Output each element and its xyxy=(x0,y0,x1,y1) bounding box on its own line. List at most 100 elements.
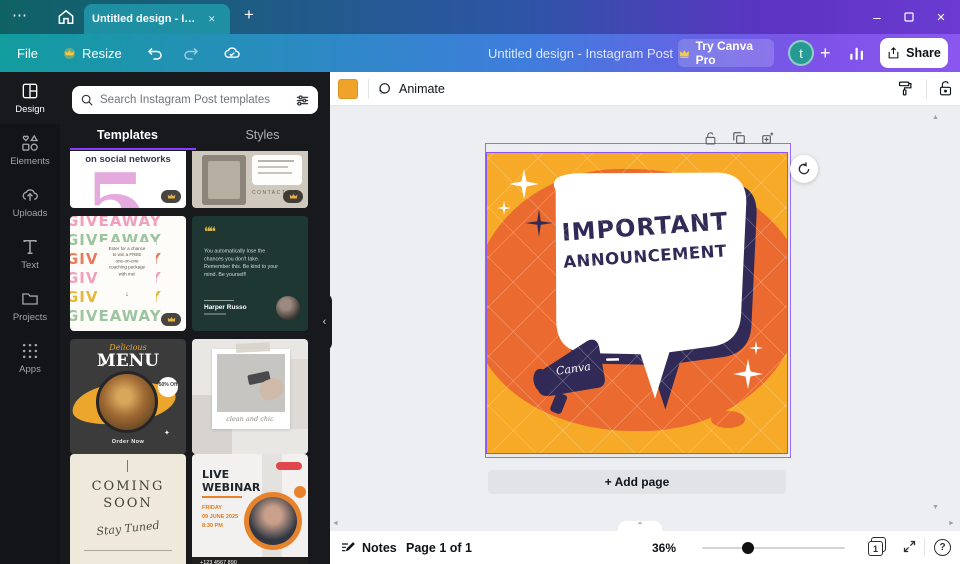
add-page-button[interactable]: + Add page xyxy=(488,470,786,494)
notes-label[interactable]: Notes xyxy=(362,531,397,564)
document-tab[interactable]: Untitled design - Insta... ✕ xyxy=(84,4,230,34)
thumb-title: WEBINAR xyxy=(202,481,260,494)
thumb-word: GIVEAWAY xyxy=(70,216,186,231)
page-indicator[interactable]: Page 1 of 1 xyxy=(406,531,472,564)
pro-crown-icon xyxy=(283,190,303,203)
tab-title: Untitled design - Insta... xyxy=(92,13,200,25)
sparkle-icon-dark xyxy=(735,331,747,343)
pages-count: 1 xyxy=(868,541,883,556)
zoom-slider[interactable] xyxy=(702,547,845,549)
thumb-author: Harper Russo xyxy=(204,304,247,311)
animate-button[interactable]: Animate xyxy=(376,72,445,106)
resize-menu[interactable]: Resize xyxy=(62,34,122,72)
search-bar[interactable] xyxy=(72,86,318,114)
apps-icon xyxy=(20,341,40,361)
pro-crown-icon xyxy=(161,313,181,326)
add-page-icon[interactable] xyxy=(760,130,776,146)
thumb-text: 8:30 PM xyxy=(202,522,238,531)
filter-sliders-icon[interactable] xyxy=(295,93,310,108)
titlebar: ⋯ Untitled design - Insta... ✕ + – ✕ xyxy=(0,0,960,34)
window-minimize-button[interactable]: – xyxy=(862,0,892,34)
text-icon xyxy=(20,237,40,257)
sidebar-item-elements[interactable]: Elements xyxy=(0,124,60,176)
file-menu[interactable]: File xyxy=(17,34,38,72)
thumb-text: 09 JUNE 2025 xyxy=(202,513,238,522)
animate-icon xyxy=(376,81,392,97)
new-tab-button[interactable]: + xyxy=(244,5,254,25)
lock-icon[interactable] xyxy=(938,80,953,97)
canvas-area[interactable]: IMPORTANT ANNOUNCEMENT Canva xyxy=(330,106,960,531)
chevron-left-icon: ‹ xyxy=(323,316,327,328)
thumb-script: Stay Tuned xyxy=(70,516,186,541)
sidebar-item-projects[interactable]: Projects xyxy=(0,280,60,332)
sidebar-item-text[interactable]: Text xyxy=(0,228,60,280)
sparkle-icon xyxy=(749,341,763,355)
canvas-toolbar: Animate xyxy=(330,72,960,106)
window-maximize-button[interactable] xyxy=(894,0,924,34)
scroll-right-icon[interactable]: ► xyxy=(948,520,955,527)
tab-close-icon[interactable]: ✕ xyxy=(208,14,216,25)
redo-icon[interactable] xyxy=(182,34,200,72)
search-input[interactable] xyxy=(100,94,289,106)
template-thumbnail-quote[interactable]: ❝❝ You automatically lose the chances yo… xyxy=(192,216,308,331)
page-lock-icon[interactable] xyxy=(702,130,718,146)
sidebar-item-uploads[interactable]: Uploads xyxy=(0,176,60,228)
notes-icon[interactable] xyxy=(340,540,356,556)
zoom-slider-knob[interactable] xyxy=(742,542,754,554)
share-button[interactable]: Share xyxy=(880,38,948,68)
sidebar-label: Apps xyxy=(19,364,41,375)
page-controls xyxy=(702,130,776,146)
design-page[interactable]: IMPORTANT ANNOUNCEMENT Canva xyxy=(487,153,787,453)
menubar: File Resize Untitled design - Instagram … xyxy=(0,34,960,72)
template-thumbnail-social[interactable]: on social networks 5 xyxy=(70,151,186,208)
try-canva-pro-button[interactable]: Try Canva Pro xyxy=(678,39,774,67)
sidebar-item-apps[interactable]: Apps xyxy=(0,332,60,384)
template-thumbnail-menu[interactable]: Delicious MENU 50% Off Order Now ✦ ✦ xyxy=(70,339,186,454)
collapse-statusbar-tab[interactable]: ⌃ xyxy=(618,521,662,531)
template-thumbnail-coming-soon[interactable]: COMING SOON Stay Tuned xyxy=(70,454,186,564)
template-thumbnail-webinar[interactable]: LIVE WEBINAR FRIDAY 09 JUNE 2025 8:30 PM… xyxy=(192,454,308,564)
down-arrow-icon: ↓ xyxy=(101,291,153,298)
panel-collapse-button[interactable]: ‹ xyxy=(317,293,332,351)
tab-styles[interactable]: Styles xyxy=(195,128,330,152)
duplicate-page-icon[interactable] xyxy=(731,130,747,146)
insights-chart-icon[interactable] xyxy=(848,34,866,72)
scroll-left-icon[interactable]: ◄ xyxy=(332,520,339,527)
window-close-button[interactable]: ✕ xyxy=(926,0,956,34)
cloud-saved-icon[interactable] xyxy=(222,34,242,72)
template-thumbnail-giveaway[interactable]: GIVEAWAY GIVEAWAY GIVEAWAY GIVEAWAY GIVE… xyxy=(70,216,186,331)
pages-view-button[interactable]: 1 xyxy=(868,539,886,556)
search-icon xyxy=(80,93,94,107)
template-thumbnail-collage[interactable]: clean and chic xyxy=(192,339,308,454)
design-blob-small xyxy=(495,277,521,317)
megaphone-illustration: Canva xyxy=(527,325,619,421)
uploads-icon xyxy=(20,185,40,205)
help-button[interactable]: ? xyxy=(934,539,951,556)
sidebar-label: Elements xyxy=(10,156,50,167)
sidebar-label: Text xyxy=(21,260,38,271)
sidebar-item-design[interactable]: Design xyxy=(0,72,60,124)
sparkle-icon-dark xyxy=(525,209,553,237)
scroll-up-icon[interactable]: ▲ xyxy=(932,114,939,121)
pro-crown-icon xyxy=(161,190,181,203)
zoom-percent[interactable]: 36% xyxy=(652,531,676,564)
fullscreen-icon[interactable] xyxy=(902,539,917,554)
template-thumbnail-contact[interactable]: CONTACT US xyxy=(192,151,308,208)
avatar[interactable]: t xyxy=(788,40,814,66)
background-color-swatch[interactable] xyxy=(338,79,358,99)
thumb-text: Enter for a chance to win a FREE one-on-… xyxy=(108,246,147,277)
app-menu-icon[interactable]: ⋯ xyxy=(12,6,28,24)
canva-editor-window: ⋯ Untitled design - Insta... ✕ + – ✕ Fil… xyxy=(0,0,960,564)
sparkle-icon xyxy=(733,359,763,389)
scroll-down-icon[interactable]: ▼ xyxy=(932,504,939,511)
active-tab-underline xyxy=(70,148,196,150)
add-member-button[interactable]: + xyxy=(820,34,831,72)
statusbar: Notes Page 1 of 1 36% 1 ? xyxy=(330,531,960,564)
paint-roller-icon[interactable] xyxy=(896,80,913,97)
undo-icon[interactable] xyxy=(146,34,164,72)
style-shuffle-button[interactable] xyxy=(790,155,818,183)
home-icon[interactable] xyxy=(56,7,76,27)
thumb-cta: Order Now xyxy=(70,439,186,445)
projects-icon xyxy=(20,289,40,309)
thumb-script: clean and chic xyxy=(192,415,308,423)
